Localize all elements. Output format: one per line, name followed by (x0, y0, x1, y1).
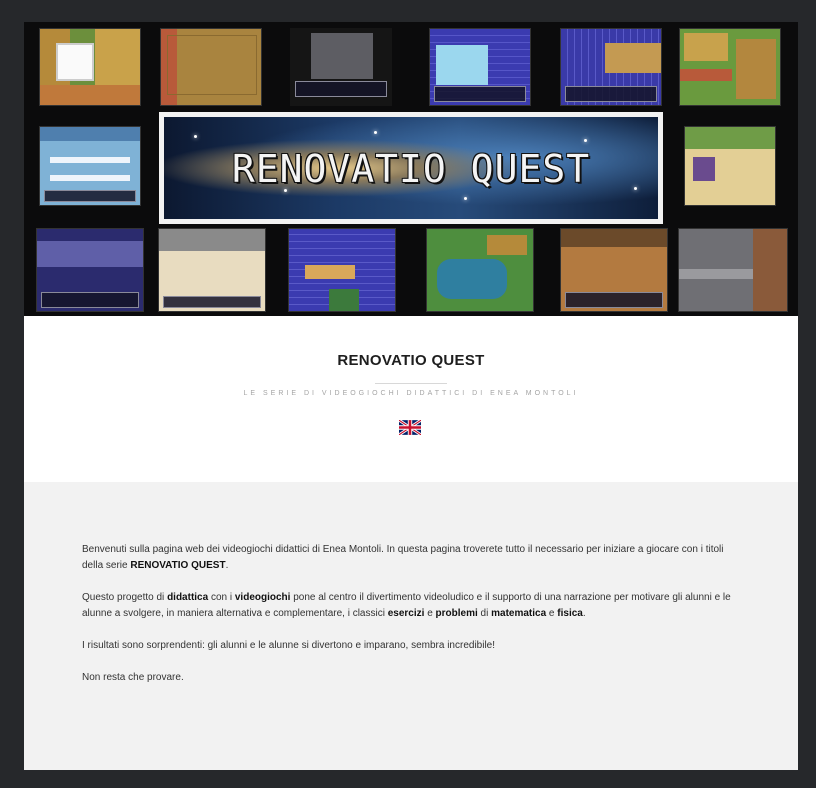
game-screenshot (290, 28, 392, 106)
game-screenshot (560, 28, 662, 106)
game-screenshot (678, 228, 788, 312)
game-screenshot (679, 28, 781, 106)
game-screenshot (684, 126, 776, 206)
intro-paragraph: I risultati sono sorprendenti: gli alunn… (82, 640, 496, 651)
game-screenshot (39, 28, 141, 106)
intro-content: Benvenuti sulla pagina web dei videogioc… (24, 482, 798, 770)
uk-flag-icon[interactable] (399, 420, 421, 435)
game-screenshot (429, 28, 531, 106)
page-frame: RENOVATIO QUEST RENOVATIO QUEST LE SERIE… (24, 22, 798, 788)
hero-banner: RENOVATIO QUEST (159, 112, 663, 224)
game-screenshot (560, 228, 668, 312)
game-screenshot (288, 228, 396, 312)
game-screenshot (39, 126, 141, 206)
banner-title: RENOVATIO QUEST (231, 147, 591, 191)
intro-paragraph: Benvenuti sulla pagina web dei videogioc… (82, 544, 724, 571)
title-section: RENOVATIO QUEST LE SERIE DI VIDEOGIOCHI … (24, 316, 798, 482)
title-divider (375, 383, 447, 384)
game-screenshot (158, 228, 266, 312)
game-screenshot (36, 228, 144, 312)
game-screenshot (426, 228, 534, 312)
intro-paragraph: Non resta che provare. (82, 672, 184, 683)
page-subtitle: LE SERIE DI VIDEOGIOCHI DIDATTICI DI ENE… (243, 390, 579, 397)
page-title: RENOVATIO QUEST (337, 352, 485, 369)
footer-bar (24, 770, 798, 788)
game-screenshot (160, 28, 262, 106)
hero-collage: RENOVATIO QUEST (24, 22, 798, 316)
intro-paragraph: Questo progetto di didattica con i video… (82, 592, 731, 619)
